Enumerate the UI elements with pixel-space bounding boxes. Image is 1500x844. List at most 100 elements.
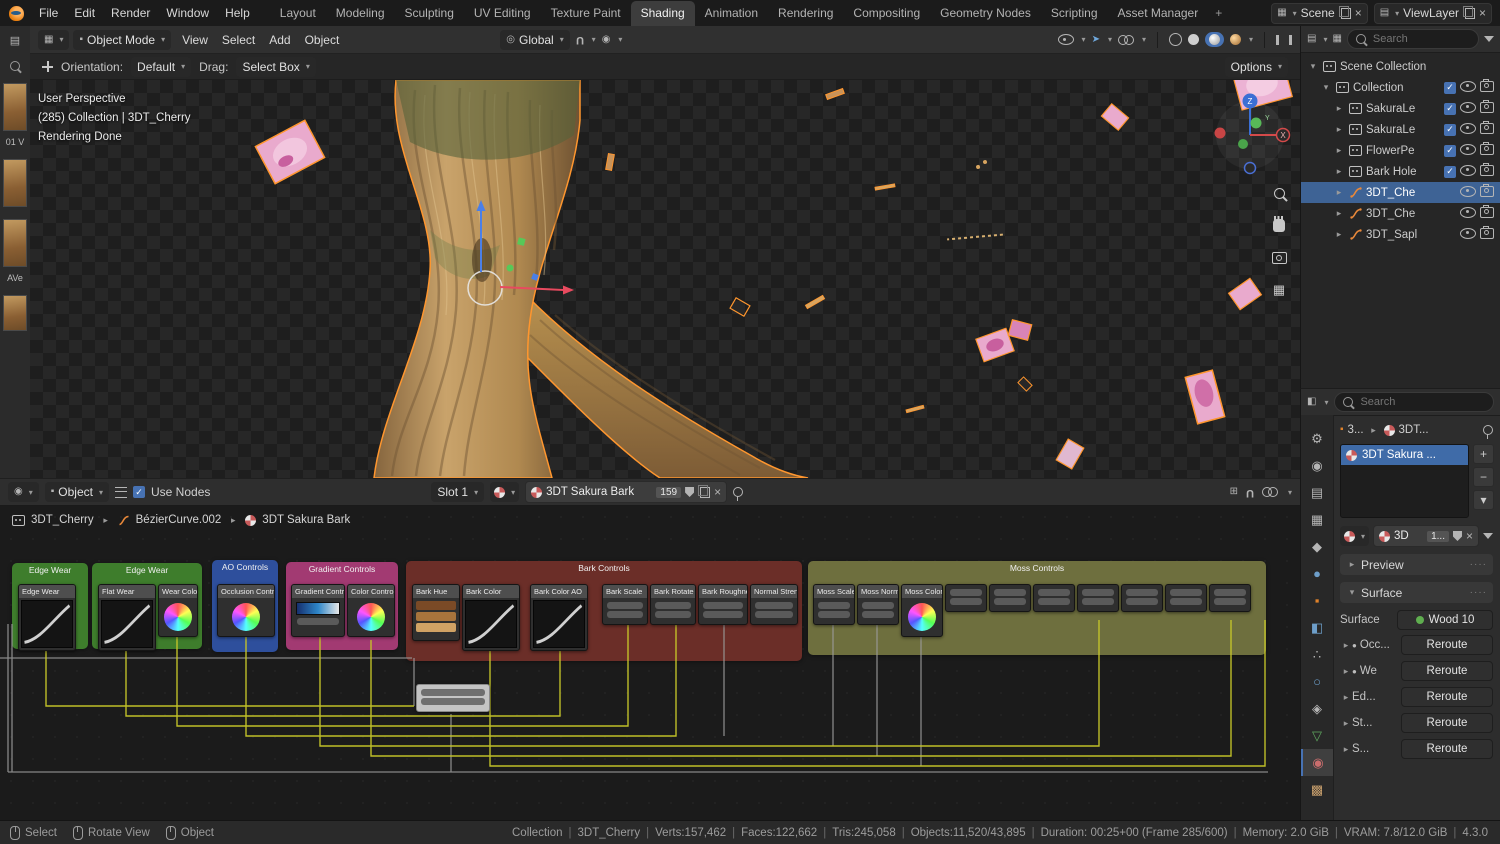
expander-icon[interactable]: ▸ [1333, 124, 1345, 135]
properties-tab-tool[interactable]: ⚙ [1301, 425, 1333, 452]
eye-icon[interactable] [1460, 81, 1476, 95]
move-tool-icon[interactable] [42, 61, 53, 72]
material-slot-item[interactable]: 3DT Sakura ... [1341, 445, 1468, 465]
menu-edit[interactable]: Edit [66, 3, 103, 23]
properties-tab-material[interactable]: ◉ [1301, 749, 1333, 776]
properties-tab-viewlayer[interactable]: ▦ [1301, 506, 1333, 533]
workspace-tab-geometry-nodes[interactable]: Geometry Nodes [930, 1, 1041, 26]
expander-icon[interactable]: ▸ [1333, 166, 1345, 177]
workspace-tab-sculpting[interactable]: Sculpting [395, 1, 464, 26]
shader-node[interactable]: Flat Wear [98, 584, 156, 651]
checkbox-icon[interactable]: ✓ [1444, 82, 1456, 94]
shader-node[interactable] [1165, 584, 1207, 612]
viewport-3d[interactable]: Z X Y User Perspective (285) Collection … [30, 80, 1300, 478]
orthographic-grid-icon[interactable]: ▦ [1270, 281, 1288, 299]
properties-tab-output[interactable]: ▤ [1301, 479, 1333, 506]
pan-hand-icon[interactable] [1270, 216, 1288, 234]
expander-icon[interactable]: ▾ [1307, 61, 1319, 72]
properties-editor-icon[interactable]: ◧ [1307, 397, 1316, 407]
eye-icon[interactable] [1460, 123, 1476, 137]
node-canvas[interactable]: 3DT_Cherry ▸ BézierCurve.002 ▸ 3DT Sakur… [0, 506, 1300, 820]
outliner-row[interactable]: ▸3DT_Sapl [1301, 224, 1500, 245]
outliner-row[interactable]: ▸3DT_Che [1301, 203, 1500, 224]
gizmos-icon[interactable]: ➤ [1092, 35, 1100, 45]
expander-icon[interactable]: ▾ [1320, 82, 1332, 93]
outliner-row[interactable]: ▾Scene Collection [1301, 56, 1500, 77]
drag-dropdown[interactable]: Select Box▾ [236, 57, 315, 77]
camera-icon[interactable] [1480, 207, 1494, 221]
shader-node[interactable]: Gradient Control [291, 584, 345, 637]
workspace-tab-asset-manager[interactable]: Asset Manager [1108, 1, 1209, 26]
camera-icon[interactable] [1480, 102, 1494, 116]
shader-node[interactable]: Color Control [347, 584, 395, 637]
eye-icon[interactable] [1460, 165, 1476, 179]
navigation-gizmo[interactable]: Z X Y [1215, 94, 1290, 174]
shader-node[interactable]: Bark Hue [412, 584, 460, 641]
snap-magnet-icon[interactable]: U [576, 34, 584, 45]
breadcrumb-data[interactable]: 3DT... [1399, 424, 1429, 436]
camera-view-icon[interactable] [1270, 249, 1288, 267]
material-name-field[interactable]: 3DT Sakura Bark 159 × [525, 481, 727, 503]
reroute-button[interactable]: Reroute [1401, 661, 1493, 681]
workspace-tab-compositing[interactable]: Compositing [843, 1, 930, 26]
preview-panel-header[interactable]: ▸ Preview ···· [1340, 554, 1493, 575]
close-icon[interactable]: × [1355, 7, 1362, 19]
mode-dropdown[interactable]: ▪Object Mode▾ [73, 30, 171, 50]
viewport-menu-add[interactable]: Add [262, 30, 297, 50]
menu-render[interactable]: Render [103, 3, 158, 23]
workspace-tab-animation[interactable]: Animation [695, 1, 768, 26]
material-name-field[interactable]: 3D 1... × [1373, 525, 1479, 547]
expander-icon[interactable]: ▸ [1340, 640, 1352, 651]
use-nodes-checkbox[interactable]: ✓ [133, 486, 145, 498]
properties-tab-object[interactable]: ▪ [1301, 587, 1333, 614]
viewport-menu-select[interactable]: Select [215, 30, 262, 50]
breadcrumb-data[interactable]: BézierCurve.002 [136, 514, 222, 526]
orientation-dropdown[interactable]: Default▾ [131, 57, 191, 77]
blender-logo-icon[interactable] [9, 6, 24, 21]
reroute-button[interactable]: Reroute [1401, 739, 1493, 759]
remove-slot-button[interactable]: − [1473, 467, 1494, 487]
camera-icon[interactable] [1480, 81, 1494, 95]
eye-icon[interactable] [1460, 207, 1476, 221]
shading-wireframe-icon[interactable] [1169, 33, 1182, 46]
shader-node[interactable]: Occlusion Control [217, 584, 275, 637]
properties-tab-physics[interactable]: ○ [1301, 668, 1333, 695]
editor-type-button[interactable]: ▦▾ [38, 30, 69, 50]
workspace-tab-modeling[interactable]: Modeling [326, 1, 395, 26]
reroute-button[interactable]: Reroute [1401, 687, 1493, 707]
breadcrumb-object[interactable]: 3DT_Cherry [31, 514, 94, 526]
overlays-icon[interactable] [1262, 487, 1278, 497]
properties-tab-scene[interactable]: ◆ [1301, 533, 1333, 560]
options-dropdown[interactable]: Options▾ [1225, 57, 1288, 77]
outliner-row[interactable]: ▸SakuraLe✓ [1301, 119, 1500, 140]
shader-node[interactable] [1209, 584, 1251, 612]
expander-icon[interactable]: ▸ [1333, 145, 1345, 156]
new-scene-icon[interactable] [1341, 8, 1351, 19]
reroute-button[interactable]: Reroute [1401, 635, 1493, 655]
outliner-row[interactable]: ▸FlowerPe✓ [1301, 140, 1500, 161]
editor-type-icon[interactable]: ▤ [10, 34, 20, 47]
filter-icon[interactable] [1483, 533, 1493, 539]
camera-icon[interactable] [1480, 165, 1494, 179]
properties-tab-constraints[interactable]: ◈ [1301, 695, 1333, 722]
properties-tab-modifiers[interactable]: ◧ [1301, 614, 1333, 641]
expander-icon[interactable]: ▸ [1333, 103, 1345, 114]
camera-icon[interactable] [1480, 186, 1494, 200]
menu-window[interactable]: Window [158, 3, 217, 23]
drag-handle-icon[interactable]: ···· [1470, 559, 1487, 570]
workspace-tab-rendering[interactable]: Rendering [768, 1, 843, 26]
shader-node[interactable] [416, 684, 490, 712]
viewport-menu-object[interactable]: Object [298, 30, 347, 50]
texture-thumbnail[interactable] [3, 83, 27, 131]
proportional-editing-icon[interactable]: ◉ [602, 35, 611, 45]
outliner-editor-icon[interactable]: ▤ [1307, 34, 1316, 44]
texture-thumbnail[interactable] [3, 219, 27, 267]
surface-panel-header[interactable]: ▾ Surface ···· [1340, 582, 1493, 603]
material-slot-list[interactable]: 3DT Sakura ... [1340, 444, 1469, 518]
pin-icon[interactable] [733, 487, 743, 497]
users-count-badge[interactable]: 159 [656, 487, 681, 498]
unlink-icon[interactable]: × [714, 486, 721, 498]
breadcrumb-object[interactable]: 3... [1348, 424, 1364, 436]
shader-node[interactable]: Bark Roughness [698, 584, 748, 625]
close-icon[interactable]: × [1479, 7, 1486, 19]
